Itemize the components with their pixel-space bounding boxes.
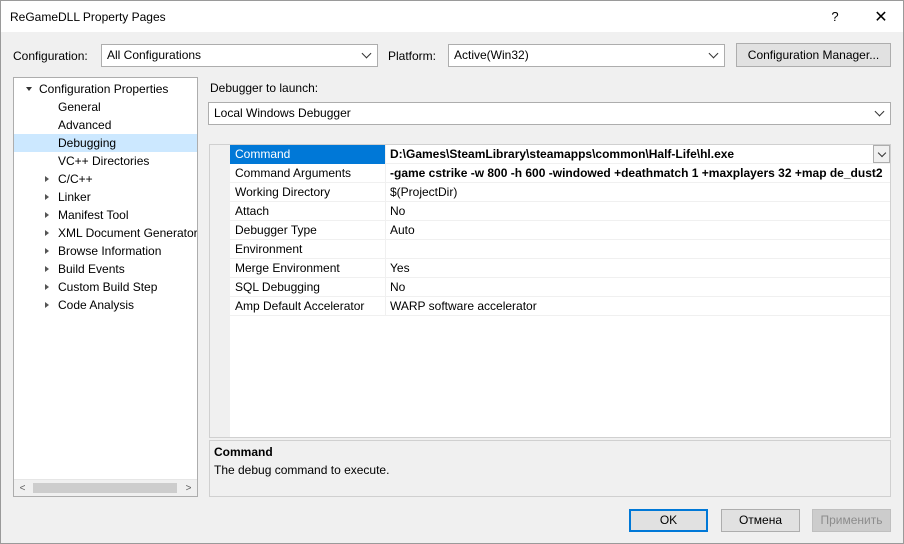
- property-row[interactable]: Command D:\Games\SteamLibrary\steamapps\c…: [230, 145, 890, 164]
- property-value[interactable]: No: [387, 202, 890, 221]
- tree-item-label: C/C++: [58, 172, 93, 186]
- debugger-select[interactable]: Local Windows Debugger: [208, 102, 891, 125]
- tree-item[interactable]: Code Analysis: [14, 296, 197, 314]
- grid-gutter: [210, 145, 230, 437]
- collapsed-arrow-icon[interactable]: [42, 278, 52, 296]
- tree-item-label: General: [58, 100, 101, 114]
- help-button[interactable]: ?: [813, 1, 857, 32]
- property-name[interactable]: Amp Default Accelerator: [230, 297, 386, 316]
- property-name[interactable]: Attach: [230, 202, 386, 221]
- chevron-down-icon: [872, 103, 886, 124]
- tree-item-label: XML Document Generator: [58, 226, 198, 240]
- tree-item[interactable]: XML Document Generator: [14, 224, 197, 242]
- property-row[interactable]: Merge Environment Yes: [230, 259, 890, 278]
- property-value[interactable]: WARP software accelerator: [387, 297, 890, 316]
- tree-item[interactable]: Manifest Tool: [14, 206, 197, 224]
- property-value[interactable]: D:\Games\SteamLibrary\steamapps\common\H…: [387, 145, 890, 164]
- description-panel: Command The debug command to execute.: [209, 440, 891, 497]
- property-value[interactable]: $(ProjectDir): [387, 183, 890, 202]
- tree-item[interactable]: General: [14, 98, 197, 116]
- tree-item-label: VC++ Directories: [58, 154, 150, 168]
- ok-button[interactable]: OK: [629, 509, 708, 532]
- tree-item[interactable]: Configuration Properties: [14, 80, 197, 98]
- property-row[interactable]: Amp Default Accelerator WARP software acc…: [230, 297, 890, 316]
- debugger-value: Local Windows Debugger: [214, 106, 351, 120]
- property-row[interactable]: Debugger Type Auto: [230, 221, 890, 240]
- configuration-value: All Configurations: [107, 48, 202, 62]
- tree-item-label: Custom Build Step: [58, 280, 158, 294]
- cancel-button[interactable]: Отмена: [721, 509, 800, 532]
- property-row[interactable]: Command Arguments -game cstrike -w 800 -h…: [230, 164, 890, 183]
- property-value[interactable]: -game cstrike -w 800 -h 600 -windowed +d…: [387, 164, 890, 183]
- collapsed-arrow-icon[interactable]: [42, 170, 52, 188]
- tree-item-label: Linker: [58, 190, 91, 204]
- tree-item-label: Build Events: [58, 262, 125, 276]
- tree-item-label: Browse Information: [58, 244, 162, 258]
- property-name[interactable]: Environment: [230, 240, 386, 259]
- platform-select[interactable]: Active(Win32): [448, 44, 725, 67]
- tree-item-label: Debugging: [58, 136, 117, 150]
- property-value[interactable]: [387, 240, 890, 259]
- platform-value: Active(Win32): [454, 48, 529, 62]
- tree-item-label: Code Analysis: [58, 298, 135, 312]
- tree-item-label: Advanced: [58, 118, 112, 132]
- property-name[interactable]: SQL Debugging: [230, 278, 386, 297]
- apply-button[interactable]: Применить: [812, 509, 891, 532]
- property-name[interactable]: Command: [230, 145, 386, 164]
- close-icon[interactable]: ✕: [859, 1, 903, 32]
- tree-item[interactable]: C/C++: [14, 170, 197, 188]
- property-value[interactable]: No: [387, 278, 890, 297]
- tree-item[interactable]: Browse Information: [14, 242, 197, 260]
- description-title: Command: [214, 445, 273, 459]
- window-title: ReGameDLL Property Pages: [10, 10, 166, 24]
- property-row[interactable]: SQL Debugging No: [230, 278, 890, 297]
- collapsed-arrow-icon[interactable]: [42, 188, 52, 206]
- tree-item[interactable]: Linker: [14, 188, 197, 206]
- tree-item-label: Manifest Tool: [58, 208, 129, 222]
- expanded-arrow-icon[interactable]: [24, 80, 34, 98]
- property-tree: Configuration Properties General Advanced D…: [13, 77, 198, 497]
- configuration-label: Configuration:: [13, 49, 88, 63]
- property-row[interactable]: Attach No: [230, 202, 890, 221]
- tree-item[interactable]: Advanced: [14, 116, 197, 134]
- tree-item[interactable]: VC++ Directories: [14, 152, 197, 170]
- collapsed-arrow-icon[interactable]: [42, 242, 52, 260]
- scroll-right-icon[interactable]: >: [180, 480, 197, 496]
- title-bar: ReGameDLL Property Pages ? ✕: [1, 1, 903, 32]
- platform-label: Platform:: [388, 49, 437, 63]
- property-row[interactable]: Working Directory $(ProjectDir): [230, 183, 890, 202]
- property-name[interactable]: Command Arguments: [230, 164, 386, 183]
- collapsed-arrow-icon[interactable]: [42, 206, 52, 224]
- tree-item[interactable]: Debugging: [14, 134, 197, 152]
- tree-item[interactable]: Custom Build Step: [14, 278, 197, 296]
- property-pages-window: ReGameDLL Property Pages ? ✕ Configurati…: [0, 0, 904, 544]
- scroll-thumb[interactable]: [33, 483, 177, 493]
- configuration-select[interactable]: All Configurations: [101, 44, 378, 67]
- property-value[interactable]: Yes: [387, 259, 890, 278]
- collapsed-arrow-icon[interactable]: [42, 224, 52, 242]
- description-text: The debug command to execute.: [214, 463, 390, 477]
- tree-horizontal-scrollbar[interactable]: < >: [14, 479, 197, 496]
- property-name[interactable]: Merge Environment: [230, 259, 386, 278]
- collapsed-arrow-icon[interactable]: [42, 296, 52, 314]
- property-value[interactable]: Auto: [387, 221, 890, 240]
- scroll-left-icon[interactable]: <: [14, 480, 31, 496]
- chevron-down-icon: [359, 45, 373, 66]
- chevron-down-icon[interactable]: [873, 145, 890, 163]
- configuration-manager-button[interactable]: Configuration Manager...: [736, 43, 891, 67]
- tree-item-label: Configuration Properties: [39, 82, 169, 96]
- tree-item[interactable]: Build Events: [14, 260, 197, 278]
- debugger-label: Debugger to launch:: [210, 81, 319, 95]
- collapsed-arrow-icon[interactable]: [42, 260, 52, 278]
- property-name[interactable]: Debugger Type: [230, 221, 386, 240]
- property-grid: Command D:\Games\SteamLibrary\steamapps\c…: [209, 144, 891, 438]
- chevron-down-icon: [706, 45, 720, 66]
- property-name[interactable]: Working Directory: [230, 183, 386, 202]
- property-row[interactable]: Environment: [230, 240, 890, 259]
